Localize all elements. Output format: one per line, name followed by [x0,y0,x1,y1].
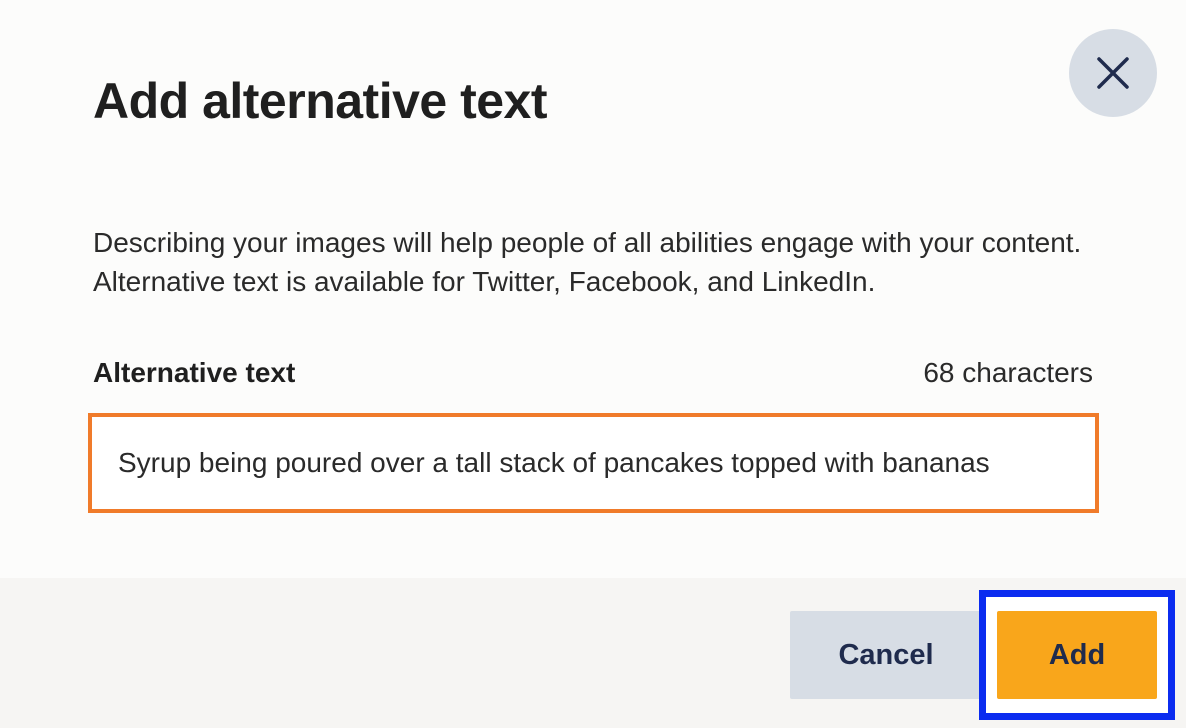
cancel-button[interactable]: Cancel [790,611,982,699]
add-alt-text-dialog: Add alternative text Describing your ima… [0,0,1186,728]
close-button[interactable] [1069,29,1157,117]
add-button[interactable]: Add [997,611,1157,699]
alt-text-label: Alternative text [93,357,296,388]
dialog-description: Describing your images will help people … [93,227,1082,297]
character-count: 68 characters [923,357,1093,388]
close-icon [1097,57,1129,89]
alt-text-input[interactable] [88,413,1099,513]
dialog-title: Add alternative text [93,73,548,129]
